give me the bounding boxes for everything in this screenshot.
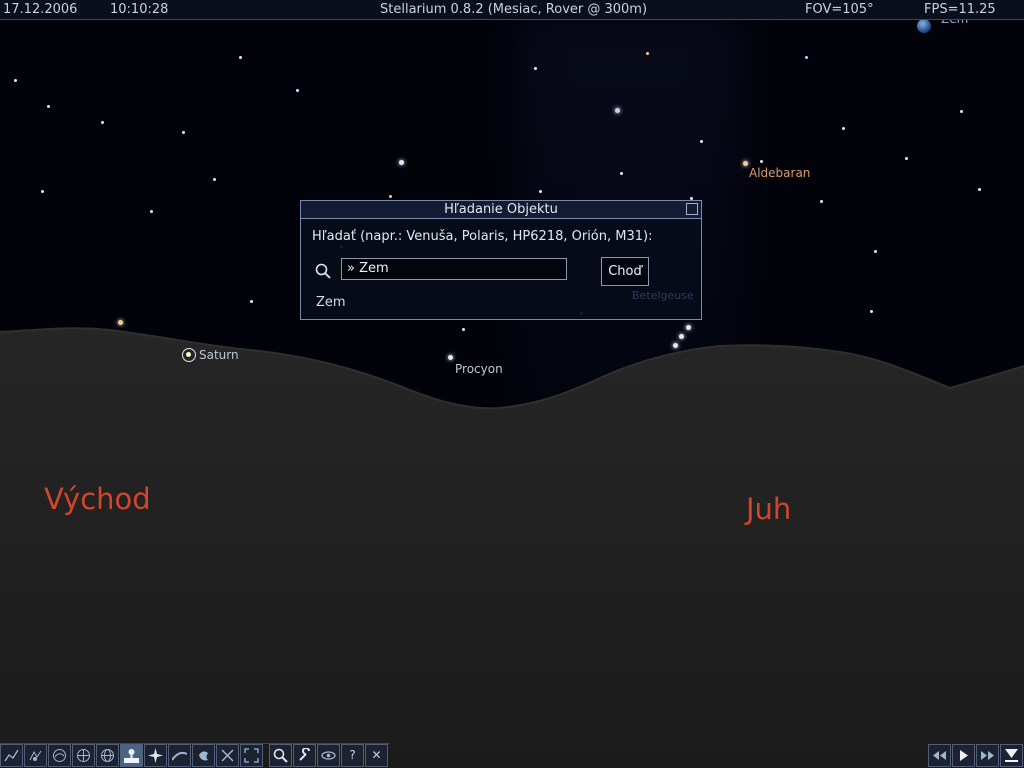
search-icon [315, 263, 331, 279]
stellarium-viewport[interactable]: Zem Aldebaran Saturn Procyon Východ Juh … [0, 0, 1024, 768]
dialog-title: Hľadanie Objektu [444, 202, 558, 217]
fov-display: FOV=105° [805, 2, 874, 17]
lunar-ground [0, 327, 1024, 768]
saturn-label[interactable]: Saturn [199, 348, 239, 362]
fast-forward-icon[interactable] [976, 744, 999, 767]
date-display: 17.12.2006 [3, 2, 78, 17]
app-title: Stellarium 0.8.2 (Mesiac, Rover @ 300m) [380, 2, 648, 17]
atmosphere-icon[interactable] [168, 744, 191, 767]
night-mode-icon[interactable] [317, 744, 340, 767]
constellation-names-icon[interactable] [48, 744, 71, 767]
main-toolbar: ? ✕ [0, 743, 389, 768]
saturn-planet[interactable] [186, 352, 191, 357]
time-toolbar [928, 744, 1024, 768]
ground-icon[interactable] [120, 744, 143, 767]
search-suggestion[interactable]: Zem [316, 295, 346, 310]
object-search-dialog: Hľadanie Objektu Betelgeuse Hľadať (napr… [300, 200, 702, 320]
earth-planet[interactable] [917, 19, 931, 33]
azimuth-grid-icon[interactable] [72, 744, 95, 767]
cardinal-south: Juh [746, 492, 792, 526]
real-time-icon[interactable] [1000, 744, 1023, 767]
dialog-close-button[interactable] [686, 203, 698, 215]
fps-display: FPS=11.25 [924, 2, 996, 17]
constellation-lines-icon[interactable] [0, 744, 23, 767]
cardinal-points-icon[interactable] [144, 744, 167, 767]
help-icon[interactable]: ? [341, 744, 364, 767]
top-status-bar: 17.12.2006 10:10:28 Stellarium 0.8.2 (Me… [0, 0, 1024, 20]
search-input[interactable] [341, 258, 567, 280]
configuration-icon[interactable] [293, 744, 316, 767]
dialog-titlebar[interactable]: Hľadanie Objektu [301, 201, 701, 219]
constellation-art-icon[interactable] [24, 744, 47, 767]
procyon-label[interactable]: Procyon [455, 362, 503, 376]
center-on-selection-icon[interactable] [240, 744, 263, 767]
cardinal-east: Východ [44, 482, 151, 516]
time-display: 10:10:28 [110, 2, 169, 17]
rewind-icon[interactable] [928, 744, 951, 767]
nebula-icon[interactable] [192, 744, 215, 767]
search-icon[interactable] [269, 744, 292, 767]
background-star-label: Betelgeuse [632, 289, 694, 302]
quit-icon[interactable]: ✕ [365, 744, 388, 767]
go-button[interactable]: Choď [601, 257, 649, 286]
equatorial-mount-icon[interactable] [216, 744, 239, 767]
equatorial-grid-icon[interactable] [96, 744, 119, 767]
aldebaran-label[interactable]: Aldebaran [749, 166, 810, 180]
play-icon[interactable] [952, 744, 975, 767]
search-hint: Hľadať (napr.: Venuša, Polaris, HP6218, … [312, 229, 653, 244]
